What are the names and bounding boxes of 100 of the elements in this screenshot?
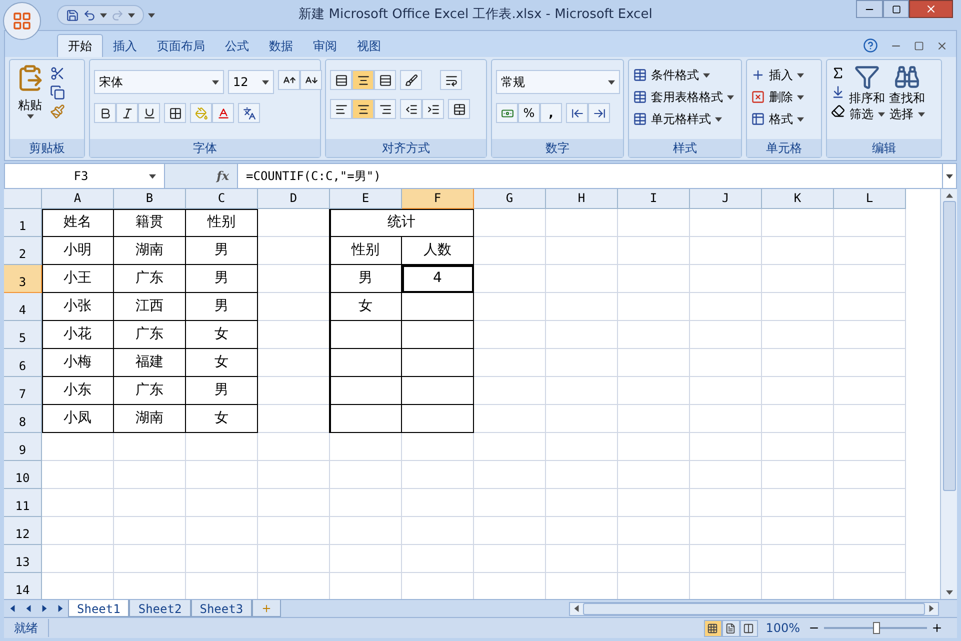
table-cell[interactable]: [330, 377, 402, 405]
percent-button[interactable]: %: [518, 103, 540, 123]
increase-indent-button[interactable]: [422, 99, 444, 119]
row-header[interactable]: 12: [4, 517, 42, 545]
phonetic-button[interactable]: [238, 103, 260, 123]
styles-button[interactable]: 套用表格格式: [633, 88, 734, 106]
decrease-decimal-button[interactable]: [588, 103, 610, 123]
grow-font-button[interactable]: [278, 70, 300, 90]
table-cell[interactable]: [402, 349, 474, 377]
editing-button[interactable]: 查找和 选择: [889, 64, 925, 139]
table-cell[interactable]: 小明: [42, 237, 114, 265]
row-header[interactable]: 5: [4, 321, 42, 349]
table-cell[interactable]: 小梅: [42, 349, 114, 377]
row-header[interactable]: 6: [4, 349, 42, 377]
table-cell[interactable]: 统计: [330, 209, 474, 237]
table-cell[interactable]: 广东: [114, 321, 186, 349]
close-button[interactable]: [909, 0, 953, 18]
table-cell[interactable]: 湖南: [114, 405, 186, 433]
vertical-align-button[interactable]: [330, 70, 352, 90]
view-button[interactable]: [740, 620, 758, 636]
orientation-button[interactable]: [400, 70, 422, 90]
row-header[interactable]: 11: [4, 489, 42, 517]
sheet-tab[interactable]: Sheet1: [68, 600, 130, 617]
table-cell[interactable]: 小张: [42, 293, 114, 321]
save-icon[interactable]: [66, 8, 79, 22]
ribbon-tab[interactable]: 页面布局: [147, 34, 215, 57]
row-header[interactable]: 8: [4, 405, 42, 433]
table-cell[interactable]: 小凤: [42, 405, 114, 433]
close-icon[interactable]: [936, 40, 948, 52]
column-header[interactable]: A: [42, 189, 114, 209]
help-icon[interactable]: [863, 38, 878, 53]
editing-button[interactable]: 排序和 筛选: [849, 64, 885, 139]
ribbon-tab[interactable]: 数据: [259, 34, 303, 57]
table-cell[interactable]: 女: [186, 321, 258, 349]
row-header[interactable]: 7: [4, 377, 42, 405]
undo-icon[interactable]: [83, 8, 96, 22]
cell-grid[interactable]: 姓名 籍贯 性别 统计 小明 湖南 男 性别 人数 小王 广东 男 男 4 小张 江西 男 女 小花 广东 女 小梅 福建 女 小东 广东 男 小凤 湖南 女: [42, 209, 906, 599]
table-cell[interactable]: 男: [186, 237, 258, 265]
column-header[interactable]: H: [546, 189, 618, 209]
cut-icon[interactable]: [50, 66, 65, 81]
row-header[interactable]: 4: [4, 293, 42, 321]
scroll-thumb[interactable]: [583, 602, 925, 614]
column-header[interactable]: J: [690, 189, 762, 209]
table-cell[interactable]: [402, 293, 474, 321]
merge-cells-button[interactable]: [448, 99, 470, 119]
column-header[interactable]: L: [834, 189, 906, 209]
comma-button[interactable]: ,: [540, 103, 562, 123]
table-cell[interactable]: 姓名: [42, 209, 114, 237]
underline-button[interactable]: [138, 103, 160, 123]
eraser-icon[interactable]: [831, 104, 845, 118]
ribbon-tab[interactable]: 开始: [57, 34, 103, 57]
table-cell[interactable]: 福建: [114, 349, 186, 377]
decrease-indent-button[interactable]: [400, 99, 422, 119]
format-painter-icon[interactable]: [50, 104, 65, 119]
table-cell[interactable]: 广东: [114, 265, 186, 293]
font-color-button[interactable]: [212, 103, 234, 123]
scroll-thumb[interactable]: [942, 201, 956, 491]
table-cell[interactable]: [402, 321, 474, 349]
table-cell[interactable]: 女: [186, 405, 258, 433]
office-button[interactable]: [3, 2, 41, 40]
shrink-font-button[interactable]: [300, 70, 322, 90]
ribbon-tab[interactable]: 插入: [103, 34, 147, 57]
styles-button[interactable]: 单元格样式: [633, 110, 734, 128]
ribbon-tab[interactable]: 视图: [347, 34, 391, 57]
ribbon-tab[interactable]: 公式: [215, 34, 259, 57]
table-cell[interactable]: [402, 377, 474, 405]
increase-decimal-button[interactable]: [566, 103, 588, 123]
table-cell[interactable]: [402, 405, 474, 433]
table-cell[interactable]: 小花: [42, 321, 114, 349]
column-header[interactable]: C: [186, 189, 258, 209]
table-cell[interactable]: [330, 405, 402, 433]
wrap-text-button[interactable]: [440, 70, 462, 90]
cells-button[interactable]: 格式: [751, 110, 804, 128]
table-cell[interactable]: 性别: [186, 209, 258, 237]
vertical-scrollbar[interactable]: [940, 189, 957, 599]
zoom-in-icon[interactable]: [931, 622, 943, 634]
function-button[interactable]: fx: [165, 164, 237, 188]
vertical-align-button[interactable]: [374, 70, 396, 90]
sheet-tab[interactable]: Sheet3: [190, 600, 252, 617]
horizontal-align-button[interactable]: [374, 99, 396, 119]
row-header[interactable]: 10: [4, 461, 42, 489]
row-header[interactable]: 13: [4, 545, 42, 573]
maximize-button[interactable]: [883, 0, 909, 18]
table-cell[interactable]: 人数: [402, 237, 474, 265]
slider-thumb[interactable]: [872, 622, 880, 634]
horizontal-align-button[interactable]: [330, 99, 352, 119]
font-size-dropdown[interactable]: 12: [228, 70, 274, 94]
restore-icon[interactable]: [914, 40, 924, 50]
column-header[interactable]: I: [618, 189, 690, 209]
table-cell[interactable]: 广东: [114, 377, 186, 405]
table-cell[interactable]: 男: [186, 293, 258, 321]
row-header[interactable]: 1: [4, 209, 42, 237]
table-cell[interactable]: 性别: [330, 237, 402, 265]
column-header[interactable]: E: [330, 189, 402, 209]
fill-icon[interactable]: [831, 85, 845, 99]
table-cell[interactable]: 江西: [114, 293, 186, 321]
sum-icon[interactable]: [831, 66, 845, 80]
table-cell[interactable]: 4: [402, 265, 474, 293]
table-cell[interactable]: 小王: [42, 265, 114, 293]
borders-button[interactable]: [164, 103, 186, 123]
